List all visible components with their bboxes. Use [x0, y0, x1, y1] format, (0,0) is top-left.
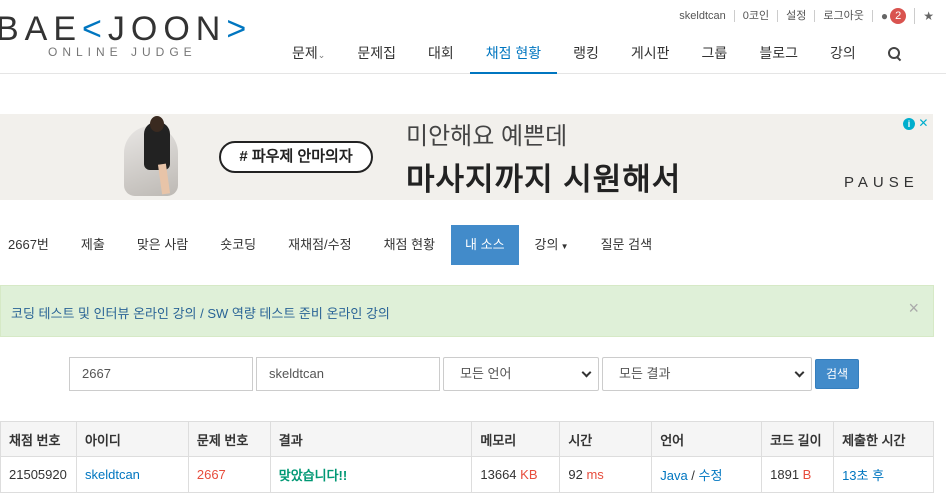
nav-contest[interactable]: 대회 [412, 40, 470, 74]
user-menu: skeldtcan 0코인 설정 로그아웃 ● 2 ★ [671, 8, 934, 24]
nav-ranking[interactable]: 랭킹 [557, 40, 615, 74]
time-cell: 92 ms [559, 456, 653, 493]
coding-test-lecture-link[interactable]: 코딩 테스트 및 인터뷰 온라인 강의 [11, 306, 197, 321]
language-select[interactable]: 모든 언어 [443, 357, 599, 391]
alert-separator: / [196, 306, 208, 321]
site-header: BAE<JOON> ONLINE JUDGE skeldtcan 0코인 설정 … [0, 0, 946, 74]
caret-down-icon: ▼ [558, 242, 569, 251]
logout-link[interactable]: 로그아웃 [815, 10, 873, 22]
nav-search[interactable] [872, 40, 918, 74]
ad-tag: # 파우제 안마의자 [219, 141, 373, 173]
problem-number-link[interactable]: 2667번 [0, 225, 65, 265]
col-submission-id: 채점 번호 [0, 421, 77, 457]
nav-workbook[interactable]: 문제집 [341, 40, 412, 74]
submitted-time[interactable]: 13초 후 [833, 456, 934, 493]
coin-link[interactable]: 0코인 [735, 10, 779, 22]
code-length-cell: 1891 B [761, 456, 835, 493]
globe-icon: ● [880, 9, 889, 23]
nav-status[interactable]: 채점 현황 [469, 40, 558, 74]
search-button[interactable]: 검색 [815, 359, 859, 389]
star-icon[interactable]: ★ [915, 10, 934, 22]
edit-link[interactable]: 수정 [699, 468, 723, 483]
logo[interactable]: BAE<JOON> [0, 10, 252, 49]
source-link[interactable]: Java [660, 468, 687, 483]
user-link[interactable]: skeldtcan [75, 456, 189, 493]
alert-links: 코딩 테스트 및 인터뷰 온라인 강의 / SW 역량 테스트 준비 온라인 강… [11, 303, 390, 322]
col-problem: 문제 번호 [187, 421, 271, 457]
col-submitted: 제출한 시간 [833, 421, 934, 457]
my-source-tab[interactable]: 내 소스 [451, 225, 519, 265]
ad-brand: PAUSE [844, 174, 919, 191]
info-icon[interactable]: i [903, 118, 915, 130]
submit-link[interactable]: 제출 [65, 225, 121, 265]
problem-nav: 2667번 제출 맞은 사람 숏코딩 재채점/수정 채점 현황 내 소스 강의 … [0, 225, 668, 265]
settings-link[interactable]: 설정 [778, 10, 816, 22]
result-status: 맞았습니다!! [269, 456, 473, 493]
status-link[interactable]: 채점 현황 [368, 225, 451, 265]
nav-group[interactable]: 그룹 [686, 40, 744, 74]
username-link[interactable]: skeldtcan [671, 10, 735, 22]
sw-test-lecture-link[interactable]: SW 역량 테스트 준비 온라인 강의 [207, 306, 390, 321]
close-icon[interactable]: × [908, 298, 919, 319]
ad-info-controls[interactable]: i ✕ [903, 116, 928, 130]
search-icon [887, 47, 902, 61]
logo-subtitle: ONLINE JUDGE [48, 45, 197, 59]
table-row: 21505920 skeldtcan 2667 맞았습니다!! 13664 KB… [0, 456, 934, 493]
col-memory: 메모리 [471, 421, 561, 457]
notification-button[interactable]: ● 2 [873, 8, 916, 24]
ad-banner[interactable]: # 파우제 안마의자 미안해요 예쁜데 마사지까지 시원해서 PAUSE i ✕ [0, 114, 933, 200]
notification-badge: 2 [890, 8, 907, 24]
nav-blog[interactable]: 블로그 [743, 40, 814, 74]
col-user: 아이디 [75, 421, 189, 457]
model-head [150, 116, 164, 132]
result-select[interactable]: 모든 결과 [602, 357, 812, 391]
problem-link[interactable]: 2667 [187, 456, 271, 493]
ad-close-icon[interactable]: ✕ [918, 116, 928, 130]
short-coding-link[interactable]: 숏코딩 [204, 225, 272, 265]
ad-subheadline: 마사지까지 시원해서 [406, 162, 682, 197]
ad-headline: 미안해요 예쁜데 [406, 123, 568, 150]
memory-cell: 13664 KB [471, 456, 561, 493]
submission-id: 21505920 [0, 456, 77, 493]
question-search-link[interactable]: 질문 검색 [585, 225, 668, 265]
user-id-input[interactable]: skeldtcan [256, 357, 440, 391]
col-code-length: 코드 길이 [761, 421, 835, 457]
lecture-dropdown[interactable]: 강의 ▼ [519, 225, 585, 265]
main-nav: 문제⌄ 문제집 대회 채점 현황 랭킹 게시판 그룹 블로그 강의 [276, 40, 918, 74]
table-header-row: 채점 번호 아이디 문제 번호 결과 메모리 시간 언어 코드 길이 제출한 시… [0, 421, 934, 457]
accepted-users-link[interactable]: 맞은 사람 [121, 225, 204, 265]
status-table: 채점 번호 아이디 문제 번호 결과 메모리 시간 언어 코드 길이 제출한 시… [0, 421, 934, 493]
chevron-down-icon: ⌄ [317, 50, 326, 60]
nav-lecture[interactable]: 강의 [814, 40, 872, 74]
problem-id-input[interactable]: 2667 [69, 357, 253, 391]
language-cell: Java / 수정 [651, 456, 763, 493]
chevron-down-icon [581, 367, 592, 378]
nav-board[interactable]: 게시판 [615, 40, 686, 74]
chevron-down-icon [794, 367, 805, 378]
rejudge-link[interactable]: 재채점/수정 [272, 225, 367, 265]
col-language: 언어 [651, 421, 763, 457]
nav-problems[interactable]: 문제⌄ [276, 40, 341, 74]
col-time: 시간 [559, 421, 653, 457]
promo-alert: 코딩 테스트 및 인터뷰 온라인 강의 / SW 역량 테스트 준비 온라인 강… [0, 285, 934, 337]
col-result: 결과 [269, 421, 473, 457]
